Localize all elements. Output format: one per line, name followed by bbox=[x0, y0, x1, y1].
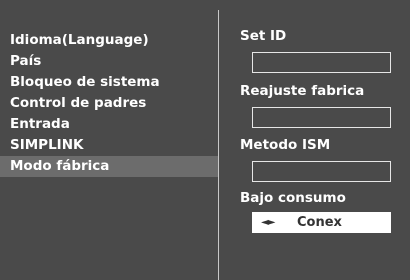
menu-item-simplink[interactable]: SIMPLINK bbox=[0, 135, 218, 156]
menu-item-pais[interactable]: País bbox=[0, 51, 218, 72]
menu-item-modo-fabrica[interactable]: Modo fábrica bbox=[0, 156, 218, 177]
metodo-ism-label: Metodo ISM bbox=[240, 137, 331, 153]
bajo-consumo-value: Conex bbox=[297, 215, 342, 230]
menu-list: Idioma(Language) País Bloqueo de sistema… bbox=[0, 30, 218, 177]
set-id-field[interactable] bbox=[252, 52, 391, 73]
reajuste-fabrica-field[interactable] bbox=[252, 107, 391, 128]
metodo-ism-field[interactable] bbox=[252, 161, 391, 182]
bajo-consumo-selector[interactable]: ◄► Conex bbox=[252, 212, 391, 233]
setup-menu-osd: Idioma(Language) País Bloqueo de sistema… bbox=[0, 0, 410, 280]
menu-item-entrada[interactable]: Entrada bbox=[0, 114, 218, 135]
reajuste-fabrica-label: Reajuste fabrica bbox=[240, 83, 365, 99]
menu-item-bloqueo-sistema[interactable]: Bloqueo de sistema bbox=[0, 72, 218, 93]
menu-item-idioma[interactable]: Idioma(Language) bbox=[0, 30, 218, 51]
menu-item-control-padres[interactable]: Control de padres bbox=[0, 93, 218, 114]
bajo-consumo-label: Bajo consumo bbox=[240, 190, 346, 206]
menu-panel: Idioma(Language) País Bloqueo de sistema… bbox=[0, 10, 218, 280]
set-id-label: Set ID bbox=[240, 28, 287, 44]
options-panel: Set ID Reajuste fabrica Metodo ISM Bajo … bbox=[219, 10, 410, 280]
left-right-arrows-icon[interactable]: ◄► bbox=[261, 213, 275, 232]
